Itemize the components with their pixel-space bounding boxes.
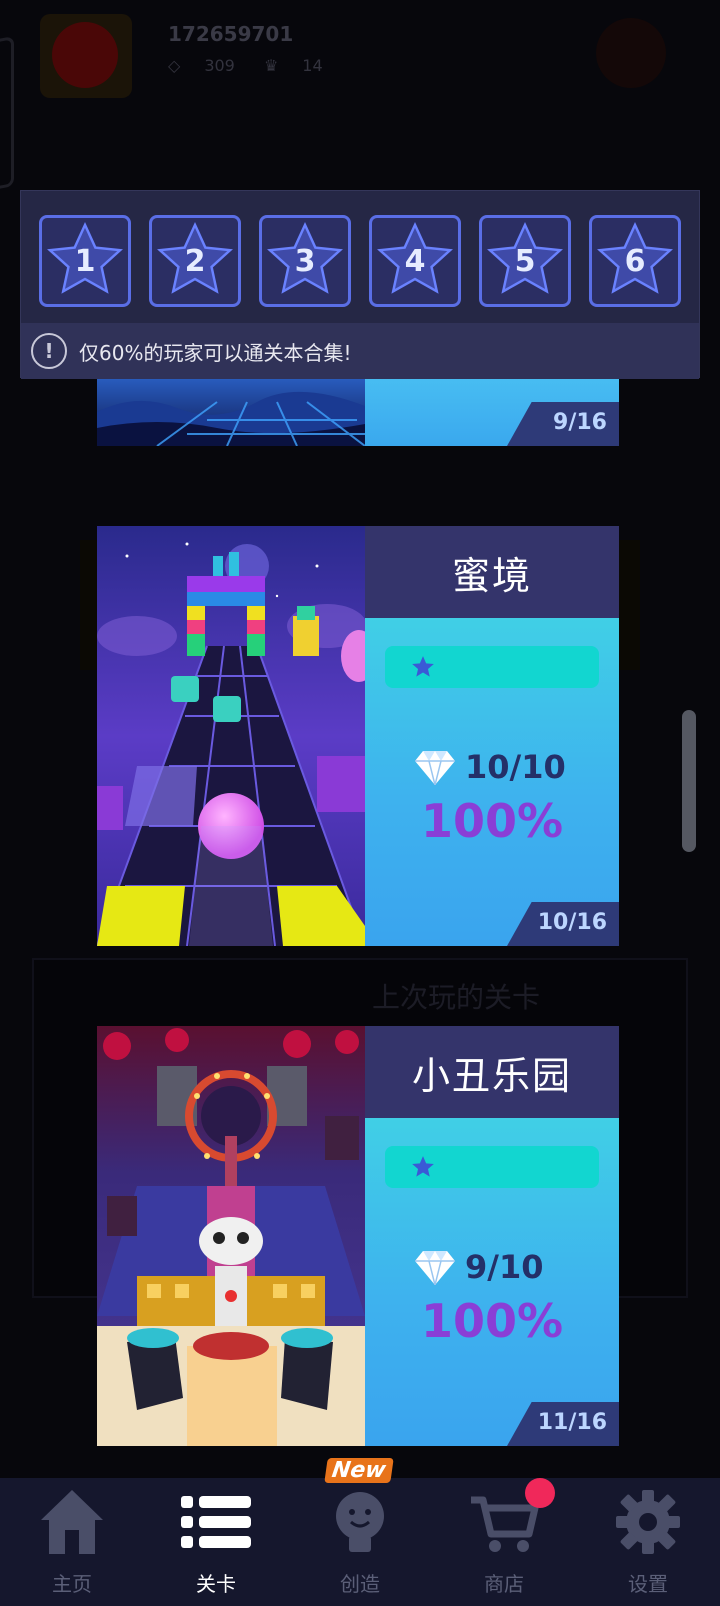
crown-count: 14 bbox=[302, 56, 323, 75]
star-progress-bar bbox=[385, 646, 599, 688]
level-info: 9/16 bbox=[365, 372, 619, 446]
user-stats: ◇ 309 ♛ 14 bbox=[168, 56, 347, 75]
level-card-11[interactable]: 小丑乐园 9/10 100% 11/16 bbox=[97, 1026, 619, 1446]
star-tab-row: 1 2 3 4 5 6 bbox=[39, 215, 681, 307]
nav-create[interactable]: 创造 bbox=[288, 1478, 432, 1606]
decorative-circle bbox=[596, 18, 666, 88]
gem-count: 309 bbox=[204, 56, 235, 75]
diamond-icon bbox=[415, 1251, 455, 1285]
level-card-10[interactable]: 蜜境 10/10 100% 10/16 bbox=[97, 526, 619, 946]
hint-text: 仅60%的玩家可以通关本合集! bbox=[79, 340, 352, 365]
last-played-label: 上次玩的关卡 bbox=[372, 981, 541, 1014]
notification-dot bbox=[525, 1478, 555, 1508]
gem-count: 10/10 bbox=[465, 748, 566, 786]
level-thumbnail bbox=[97, 372, 365, 446]
diamond-icon bbox=[415, 751, 455, 785]
completion-percent: 100% bbox=[420, 1294, 564, 1348]
level-thumbnail bbox=[97, 526, 365, 946]
completion-percent: 100% bbox=[420, 794, 564, 848]
star-tab-3[interactable]: 3 bbox=[259, 215, 351, 307]
gem-icon: ◇ bbox=[168, 56, 181, 75]
home-icon bbox=[41, 1490, 103, 1554]
gem-row: 9/10 bbox=[415, 1248, 543, 1286]
lightbulb-icon bbox=[336, 1492, 384, 1552]
star-tab-6[interactable]: 6 bbox=[589, 215, 681, 307]
bottom-nav: 主页 关卡 创造 商店 设置 bbox=[0, 1478, 720, 1606]
gem-count: 9/10 bbox=[465, 1248, 544, 1286]
level-title: 小丑乐园 bbox=[365, 1026, 619, 1118]
level-thumbnail bbox=[97, 1026, 365, 1446]
scrollbar[interactable] bbox=[682, 710, 696, 852]
user-id: 172659701 bbox=[168, 22, 294, 46]
star-progress-bar bbox=[385, 1146, 599, 1188]
level-progress-tag: 9/16 bbox=[507, 402, 619, 446]
level-info: 蜜境 10/10 100% 10/16 bbox=[365, 526, 619, 946]
crown-icon: ♛ bbox=[263, 56, 279, 75]
star-tab-1[interactable]: 1 bbox=[39, 215, 131, 307]
hint-bar: ! 仅60%的玩家可以通关本合集! bbox=[21, 323, 699, 379]
level-stats: 9/10 100% bbox=[365, 1118, 619, 1446]
star-icon bbox=[412, 1156, 434, 1177]
level-stats: 10/10 100% bbox=[365, 618, 619, 946]
level-info: 小丑乐园 9/10 100% 11/16 bbox=[365, 1026, 619, 1446]
star-icon bbox=[412, 656, 434, 677]
star-tab-2[interactable]: 2 bbox=[149, 215, 241, 307]
new-badge: New bbox=[324, 1458, 394, 1483]
collection-panel: 1 2 3 4 5 6 ! 仅60%的玩家可以通关本合集! bbox=[20, 190, 700, 379]
nav-settings[interactable]: 设置 bbox=[576, 1478, 720, 1606]
exclamation-icon: ! bbox=[31, 333, 67, 369]
level-title: 蜜境 bbox=[365, 526, 619, 618]
gem-row: 10/10 bbox=[415, 748, 566, 786]
level-card-9[interactable]: 9/16 bbox=[97, 372, 619, 446]
list-icon bbox=[181, 1496, 251, 1548]
nav-levels[interactable]: 关卡 bbox=[144, 1478, 288, 1606]
profile-header: 172659701 ◇ 309 ♛ 14 bbox=[0, 0, 720, 110]
gear-icon bbox=[616, 1490, 680, 1554]
nav-home[interactable]: 主页 bbox=[0, 1478, 144, 1606]
star-tab-5[interactable]: 5 bbox=[479, 215, 571, 307]
star-tab-4[interactable]: 4 bbox=[369, 215, 461, 307]
avatar bbox=[40, 14, 132, 98]
